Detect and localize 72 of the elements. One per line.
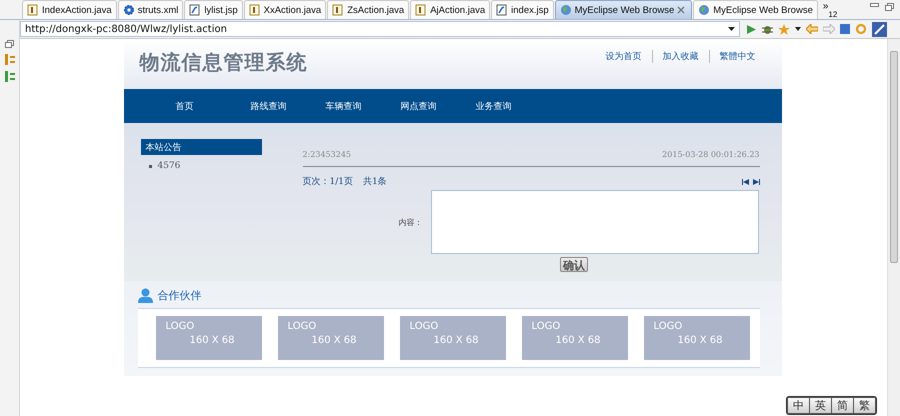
ime-key[interactable]: 中 bbox=[788, 398, 809, 413]
dropdown-arrow-icon[interactable] bbox=[795, 27, 801, 31]
star-icon[interactable] bbox=[778, 24, 790, 34]
post-time: 2015-03-28 00:01:26.23 bbox=[662, 150, 760, 159]
bug-icon[interactable] bbox=[762, 24, 773, 34]
logo-text: LOGO bbox=[166, 321, 196, 332]
header-link[interactable]: 设为首页 bbox=[606, 50, 642, 63]
logo-size-text: 160 X 68 bbox=[556, 335, 602, 346]
java-file-icon bbox=[27, 4, 39, 16]
editor-tab[interactable]: MyEclipse Web Browse bbox=[554, 0, 692, 19]
logo-size-text: 160 X 68 bbox=[190, 335, 236, 346]
bullet-icon bbox=[148, 164, 152, 168]
refresh-icon[interactable] bbox=[855, 23, 867, 35]
ime-key[interactable]: 英 bbox=[810, 398, 831, 413]
editor-tab[interactable]: lylist.jsp bbox=[184, 0, 243, 19]
ime-key[interactable]: 简 bbox=[832, 398, 853, 413]
dropdown-arrow-icon[interactable] bbox=[728, 27, 735, 31]
globe-icon bbox=[560, 4, 572, 16]
partners-heading: 合作伙伴 bbox=[158, 288, 202, 302]
editor-tab[interactable]: XxAction.java bbox=[244, 0, 326, 19]
notice-item[interactable]: 4576 bbox=[158, 161, 180, 171]
logo-text: LOGO bbox=[288, 321, 318, 332]
header-link[interactable]: 繁體中文 bbox=[708, 50, 756, 63]
logo-text: LOGO bbox=[532, 321, 562, 332]
jsp-file-icon bbox=[496, 4, 508, 16]
hierarchy-icon[interactable] bbox=[4, 71, 14, 82]
nav-link[interactable]: 车辆查询 bbox=[326, 100, 400, 112]
content-label: 内容： bbox=[398, 216, 424, 228]
post-id: 2:23453245 bbox=[302, 150, 352, 159]
editor-tab[interactable]: AjAction.java bbox=[410, 0, 490, 19]
logo-size-text: 160 X 68 bbox=[434, 335, 480, 346]
content-field[interactable] bbox=[430, 190, 758, 254]
tool-icon[interactable] bbox=[872, 22, 887, 36]
confirm-button[interactable]: 确认 bbox=[560, 257, 588, 272]
person-icon bbox=[138, 288, 152, 302]
editor-tab[interactable]: IndexAction.java bbox=[22, 0, 117, 19]
url-field[interactable]: http://dongxk-pc:8080/Wlwz/lylist.action bbox=[20, 21, 740, 37]
logo-size-text: 160 X 68 bbox=[312, 335, 358, 346]
last-page-icon[interactable] bbox=[752, 178, 760, 184]
java-file-icon bbox=[248, 4, 261, 16]
editor-tab[interactable]: index.jsp bbox=[491, 0, 554, 19]
ime-key[interactable]: 繁 bbox=[854, 398, 875, 413]
total-count: 共1条 bbox=[362, 176, 387, 188]
scrollbar[interactable] bbox=[887, 39, 900, 416]
close-icon[interactable] bbox=[677, 6, 686, 14]
logo-size-text: 160 X 68 bbox=[678, 335, 724, 346]
hierarchy-icon[interactable] bbox=[4, 54, 14, 65]
notice-heading: 本站公告 bbox=[140, 139, 262, 155]
first-page-icon[interactable] bbox=[742, 178, 748, 184]
java-file-icon bbox=[415, 4, 428, 16]
nav-link[interactable]: 路线查询 bbox=[250, 100, 326, 112]
site-title: 物流信息管理系统 bbox=[140, 49, 308, 76]
java-file-icon bbox=[332, 4, 344, 16]
header-link[interactable]: 加入收藏 bbox=[652, 50, 698, 63]
page-info: 页次：1/1页 bbox=[302, 176, 353, 188]
forward-arrow-icon[interactable] bbox=[823, 24, 835, 34]
jsp-file-icon bbox=[189, 4, 202, 16]
restore-icon[interactable] bbox=[5, 40, 14, 48]
nav-link[interactable]: 网点查询 bbox=[400, 100, 476, 112]
maximize-icon[interactable] bbox=[885, 3, 894, 11]
globe-icon bbox=[698, 4, 710, 16]
minimize-icon[interactable] bbox=[870, 3, 879, 9]
back-arrow-icon[interactable] bbox=[806, 24, 818, 34]
nav-link[interactable]: 首页 bbox=[176, 100, 250, 112]
logo-text: LOGO bbox=[654, 321, 684, 332]
editor-tab[interactable]: ZsAction.java bbox=[327, 0, 410, 19]
logo-text: LOGO bbox=[410, 321, 440, 332]
editor-tab[interactable]: MyEclipse Web Browse bbox=[693, 0, 818, 19]
editor-tab[interactable]: struts.xml bbox=[118, 0, 184, 19]
gear-icon bbox=[122, 4, 135, 16]
nav-link[interactable]: 业务查询 bbox=[476, 100, 550, 112]
play-icon[interactable] bbox=[746, 24, 757, 34]
